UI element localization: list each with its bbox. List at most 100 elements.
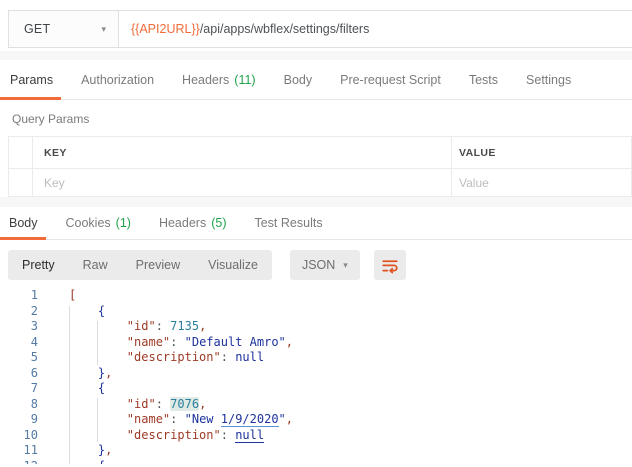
- tab-label: Body: [284, 73, 313, 87]
- token: :: [221, 428, 228, 442]
- line-number: 11: [0, 443, 38, 459]
- token: 7135: [170, 319, 199, 333]
- token: :: [221, 350, 228, 364]
- view-mode-switch: Pretty Raw Preview Visualize: [8, 250, 272, 280]
- tab-response-body[interactable]: Body: [0, 207, 52, 239]
- token: [69, 304, 98, 318]
- tab-count: (5): [211, 216, 226, 230]
- param-value-input[interactable]: Value: [452, 169, 632, 196]
- token: "id": [127, 319, 156, 333]
- language-dropdown[interactable]: JSON ▾: [290, 250, 360, 280]
- query-params-header-row: KEY VALUE: [8, 137, 632, 169]
- tab-label: Test Results: [254, 216, 322, 230]
- chevron-down-icon: ▾: [101, 24, 106, 35]
- indent-guide: [97, 398, 98, 442]
- token: [177, 412, 184, 426]
- tab-count: (11): [234, 73, 255, 87]
- tab-label: Headers: [159, 216, 206, 230]
- divider-strip: [0, 51, 632, 60]
- tab-label: Body: [9, 216, 38, 230]
- line-number: 7: [0, 381, 38, 397]
- token: ,: [199, 397, 206, 411]
- tab-params[interactable]: Params: [0, 60, 67, 99]
- token: ": [279, 412, 286, 426]
- tab-label: Headers: [182, 73, 229, 87]
- token: [177, 335, 184, 349]
- mode-pretty-button[interactable]: Pretty: [8, 250, 69, 280]
- query-params-input-row: Key Value: [8, 169, 632, 197]
- chevron-down-icon: ▾: [343, 260, 348, 271]
- line-number: 5: [0, 350, 38, 366]
- token: "description": [127, 350, 221, 364]
- code-line: "name": "Default Amro",: [69, 335, 632, 351]
- code-editor[interactable]: 123456789101112 [ { "id": 7135, "name": …: [0, 285, 632, 464]
- mode-visualize-button[interactable]: Visualize: [194, 250, 272, 280]
- text-wrap-icon: [381, 256, 399, 274]
- token: ,: [105, 443, 112, 457]
- line-number: 10: [0, 428, 38, 444]
- token: [69, 443, 98, 457]
- code-line: },: [69, 366, 632, 382]
- tab-pre-request-script[interactable]: Pre-request Script: [326, 60, 455, 99]
- query-params-table: KEY VALUE Key Value: [8, 136, 632, 197]
- indent-guide: [69, 306, 70, 464]
- param-key-input[interactable]: Key: [33, 169, 452, 196]
- token: [69, 366, 98, 380]
- line-number: 2: [0, 304, 38, 320]
- code-line: {: [69, 381, 632, 397]
- line-number: 6: [0, 366, 38, 382]
- mode-raw-button[interactable]: Raw: [69, 250, 122, 280]
- token: "description": [127, 428, 221, 442]
- token: ,: [199, 319, 206, 333]
- code-line: },: [69, 443, 632, 459]
- tab-headers[interactable]: Headers (11): [168, 60, 270, 99]
- tab-tests[interactable]: Tests: [455, 60, 512, 99]
- tab-label: Tests: [469, 73, 498, 87]
- tab-test-results[interactable]: Test Results: [240, 207, 336, 239]
- code-line: "description": null: [69, 350, 632, 366]
- row-handle-cell: [8, 137, 33, 168]
- code-line: "description": null: [69, 428, 632, 444]
- url-input[interactable]: {{API2URL}}/api/apps/wbflex/settings/fil…: [119, 11, 632, 47]
- divider-strip: [0, 197, 632, 207]
- tab-response-headers[interactable]: Headers (5): [145, 207, 241, 239]
- code-lines: [ { "id": 7135, "name": "Default Amro", …: [45, 285, 632, 464]
- line-number: 8: [0, 397, 38, 413]
- wrap-lines-button[interactable]: [374, 250, 406, 280]
- row-handle-cell: [8, 169, 33, 196]
- tab-response-cookies[interactable]: Cookies(1): [52, 207, 145, 239]
- tab-settings[interactable]: Settings: [512, 60, 585, 99]
- language-label: JSON: [302, 258, 335, 272]
- mode-preview-button[interactable]: Preview: [122, 250, 194, 280]
- token: ,: [286, 412, 293, 426]
- token: {: [98, 459, 105, 465]
- code-line: [: [69, 288, 632, 304]
- token: 7076: [170, 397, 199, 411]
- token: :: [156, 397, 163, 411]
- code-line: "name": "New 1/9/2020",: [69, 412, 632, 428]
- query-params-title: Query Params: [0, 100, 632, 136]
- token: "id": [127, 397, 156, 411]
- code-line: {: [69, 459, 632, 465]
- indent-guide: [97, 321, 98, 365]
- key-placeholder: Key: [44, 176, 65, 190]
- tab-label: Params: [10, 73, 53, 87]
- value-placeholder: Value: [459, 176, 489, 190]
- tab-count: (1): [116, 216, 131, 230]
- line-number: 12: [0, 459, 38, 465]
- token: 1/9/2020: [221, 412, 279, 427]
- token: "name": [127, 412, 170, 426]
- line-number: 1: [0, 288, 38, 304]
- url-variable: {{API2URL}}: [131, 22, 200, 36]
- code-line: {: [69, 304, 632, 320]
- method-label: GET: [24, 22, 50, 36]
- tab-body[interactable]: Body: [270, 60, 327, 99]
- tab-label: Pre-request Script: [340, 73, 441, 87]
- token: null: [235, 350, 264, 364]
- url-path: /api/apps/wbflex/settings/filters: [200, 22, 370, 36]
- tab-authorization[interactable]: Authorization: [67, 60, 168, 99]
- token: ,: [286, 335, 293, 349]
- method-dropdown[interactable]: GET ▾: [9, 11, 119, 47]
- line-number: 3: [0, 319, 38, 335]
- request-url-bar: GET ▾ {{API2URL}}/api/apps/wbflex/settin…: [8, 10, 632, 48]
